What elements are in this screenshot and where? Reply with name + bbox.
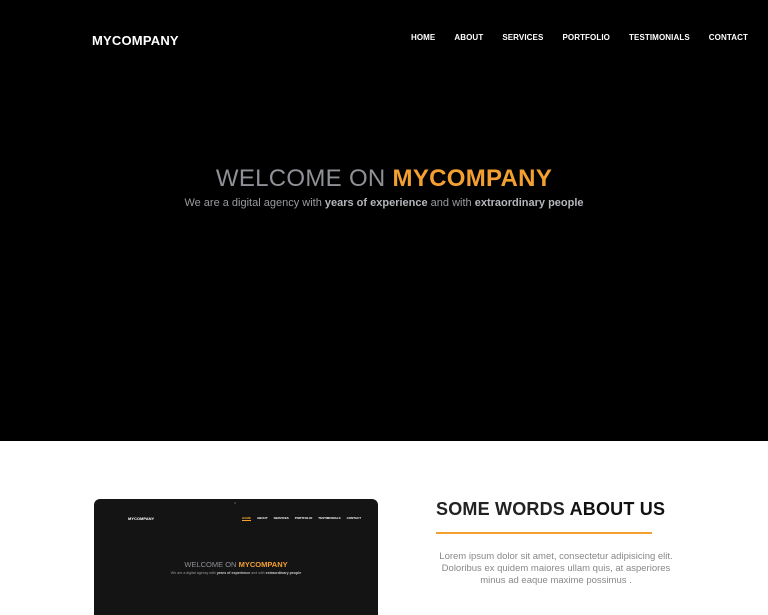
- about-title-prefix: SOME WORDS: [436, 499, 566, 519]
- mockup-brand: MYCOMPANY: [128, 516, 155, 521]
- hero-subtitle-part1: We are a digital agency with: [184, 197, 322, 209]
- mockup-title-accent: MYCOMPANY: [238, 560, 288, 569]
- brand-logo[interactable]: MYCOMPANY: [92, 33, 179, 48]
- hero-title-accent: MYCOMPANY: [392, 165, 553, 192]
- camera-dot: [234, 502, 236, 504]
- hero-subtitle-bold2: extraordinary people: [474, 197, 584, 209]
- mockup-subtitle-bold1: years of experience: [216, 571, 251, 575]
- nav-portfolio[interactable]: PORTFOLIO: [562, 33, 610, 42]
- laptop-mockup-image: MYCOMPANY HOME ABOUT SERVICES PORTFOLIO …: [94, 499, 378, 615]
- mockup-subtitle-part1: We are a digital agency with: [170, 571, 216, 575]
- mockup-subtitle-bold2: extraordinary people: [265, 571, 302, 575]
- about-divider: [436, 532, 652, 534]
- nav-testimonials[interactable]: TESTIMONIALS: [629, 33, 690, 42]
- hero-title: WELCOME ON MYCOMPANY: [0, 165, 768, 193]
- hero-subtitle-bold1: years of experience: [324, 197, 428, 209]
- nav-about[interactable]: ABOUT: [454, 33, 483, 42]
- hero-title-prefix: WELCOME ON: [215, 165, 386, 192]
- nav-home[interactable]: HOME: [411, 33, 435, 42]
- mockup-subtitle: We are a digital agency with years of ex…: [94, 571, 378, 575]
- mockup-nav-about: ABOUT: [257, 516, 268, 520]
- mockup-nav-testimonials: TESTIMONIALS: [318, 516, 341, 520]
- hero-section: MYCOMPANY HOME ABOUT SERVICES PORTFOLIO …: [0, 0, 768, 441]
- main-nav: HOME ABOUT SERVICES PORTFOLIO TESTIMONIA…: [411, 33, 748, 42]
- about-text: Lorem ipsum dolor sit amet, consectetur …: [439, 551, 673, 586]
- mockup-nav: HOME ABOUT SERVICES PORTFOLIO TESTIMONIA…: [242, 516, 361, 521]
- nav-services[interactable]: SERVICES: [502, 33, 543, 42]
- about-title-bold: ABOUT US: [569, 499, 666, 519]
- nav-contact[interactable]: CONTACT: [709, 33, 748, 42]
- mockup-nav-contact: CONTACT: [346, 516, 362, 520]
- hero-subtitle-part2: and with: [430, 197, 472, 209]
- hero-subtitle: We are a digital agency with years of ex…: [0, 197, 768, 209]
- mockup-title: WELCOME ON MYCOMPANY: [94, 560, 378, 569]
- mockup-subtitle-part2: and with: [251, 571, 265, 575]
- mockup-nav-home: HOME: [242, 516, 251, 521]
- mockup-title-prefix: WELCOME ON: [184, 560, 237, 569]
- mockup-nav-portfolio: PORTFOLIO: [294, 516, 313, 520]
- mockup-nav-services: SERVICES: [273, 516, 289, 520]
- about-title: SOME WORDS ABOUT US: [436, 499, 665, 520]
